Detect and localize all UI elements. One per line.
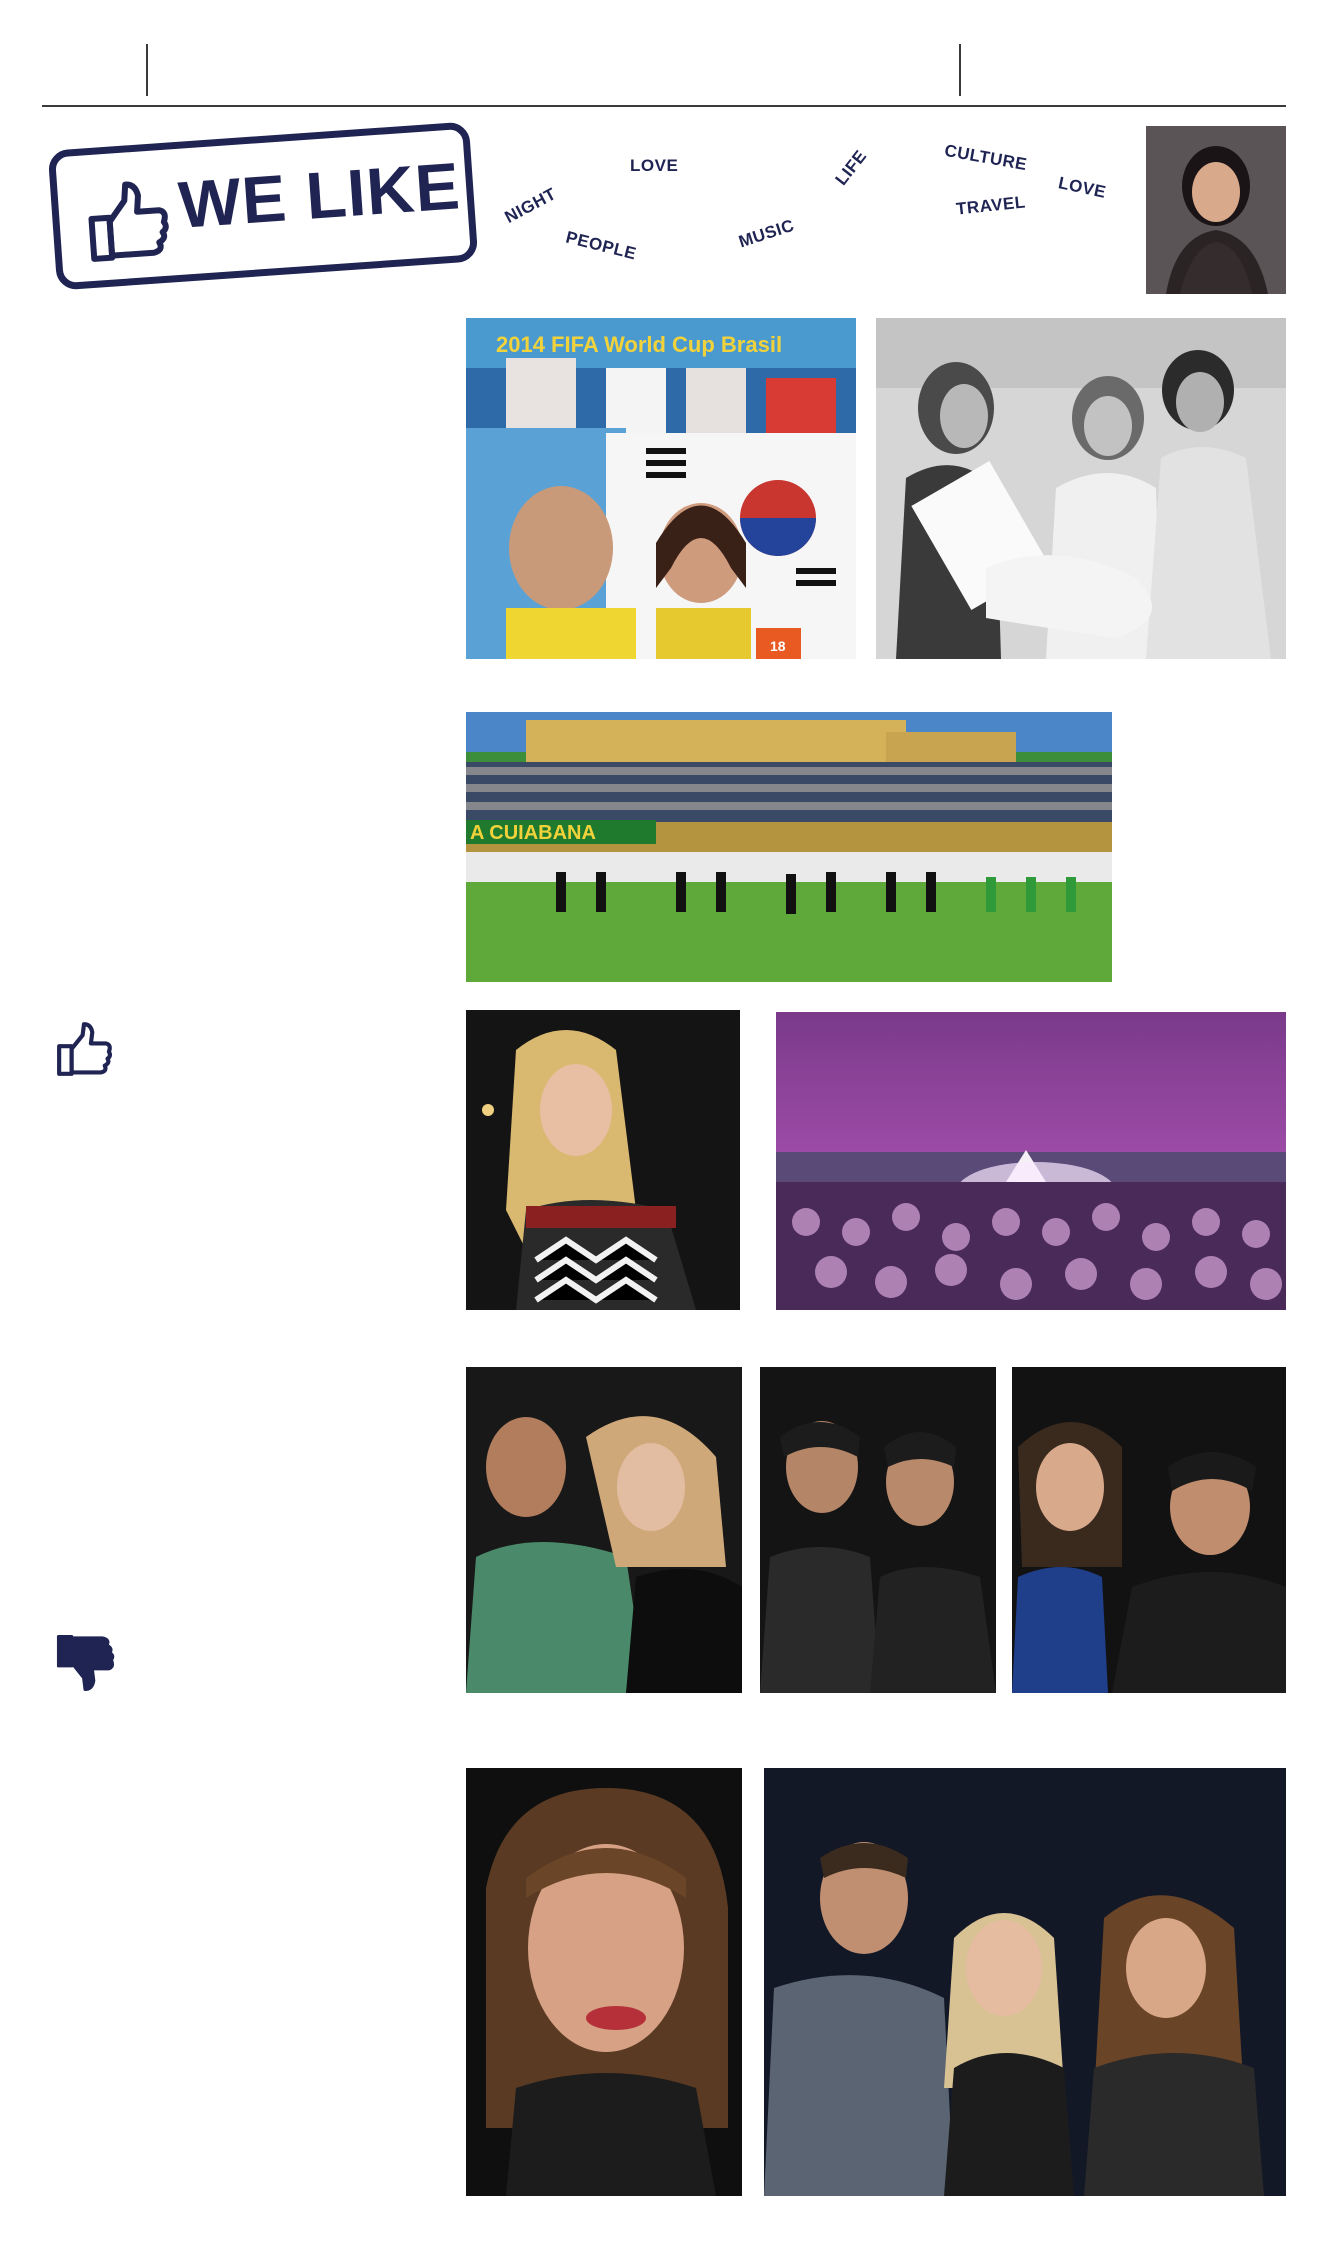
photo-couple-1 bbox=[466, 1367, 742, 1693]
header-divider-left bbox=[146, 44, 148, 96]
tag-word-music: MUSIC bbox=[736, 215, 797, 252]
tag-word-travel: TRAVEL bbox=[955, 192, 1027, 219]
thumbs-down-icon bbox=[56, 1634, 115, 1692]
tag-word-people: PEOPLE bbox=[563, 227, 639, 264]
tag-word-love-2: LOVE bbox=[1056, 173, 1108, 202]
tag-word-life: LIFE bbox=[831, 146, 871, 189]
photo-worldcup-fans: 2014 FIFA World Cup Brasil 18 bbox=[466, 318, 856, 659]
thumbs-up-icon bbox=[88, 181, 169, 262]
tag-word-love: LOVE bbox=[630, 156, 679, 175]
stamp-title: WE LIKE bbox=[176, 148, 463, 242]
tag-word-culture: CULTURE bbox=[943, 140, 1029, 175]
worldcup-banner: 2014 FIFA World Cup Brasil bbox=[496, 332, 782, 357]
thumbs-up-icon bbox=[57, 1022, 113, 1076]
stadium-banner: A CUIABANA bbox=[470, 822, 596, 844]
header-rule bbox=[42, 105, 1286, 107]
photo-trio-night bbox=[764, 1768, 1286, 2196]
photo-two-men bbox=[760, 1367, 996, 1693]
photo-stadium: A CUIABANA bbox=[466, 712, 1112, 982]
photo-concert-crowd bbox=[776, 1012, 1286, 1310]
photo-woman-portrait bbox=[466, 1768, 742, 2196]
photo-woman-striped bbox=[466, 1010, 740, 1310]
we-like-stamp: WE LIKE bbox=[47, 121, 479, 291]
photo-bw-trio bbox=[876, 318, 1286, 659]
tag-word-night: NIGHT bbox=[501, 184, 560, 227]
columnist-portrait bbox=[1146, 126, 1286, 294]
header-divider-right bbox=[959, 44, 961, 96]
photo-couple-2 bbox=[1012, 1367, 1286, 1693]
jersey-number: 18 bbox=[770, 638, 786, 654]
